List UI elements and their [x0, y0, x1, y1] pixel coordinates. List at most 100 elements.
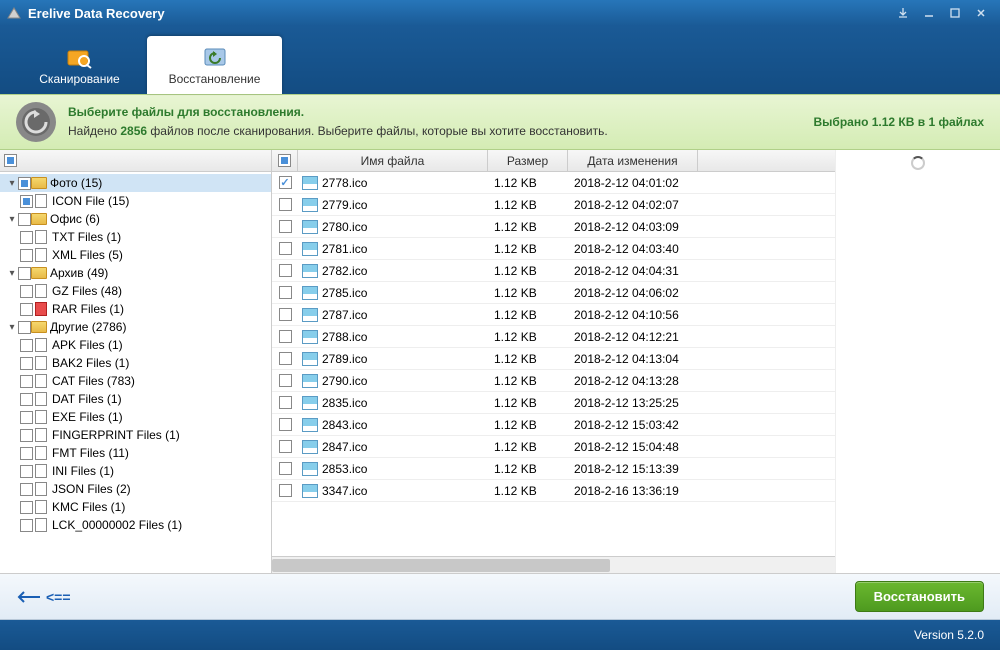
tree-checkbox[interactable] [20, 249, 33, 262]
col-date[interactable]: Дата изменения [568, 150, 698, 171]
file-row[interactable]: 2835.ico1.12 KB2018-2-12 13:25:25 [272, 392, 835, 414]
restore-button[interactable]: Восстановить [855, 581, 984, 612]
tree-checkbox[interactable] [20, 303, 33, 316]
file-checkbox[interactable] [279, 330, 292, 343]
file-checkbox[interactable] [279, 396, 292, 409]
file-checkbox[interactable]: ✓ [279, 176, 292, 189]
col-name[interactable]: Имя файла [298, 150, 488, 171]
file-row[interactable]: 2790.ico1.12 KB2018-2-12 04:13:28 [272, 370, 835, 392]
collapse-icon[interactable]: ▾ [6, 213, 18, 225]
tree-rar[interactable]: RAR Files (1) [0, 300, 271, 318]
tree-cat[interactable]: CAT Files (783) [0, 372, 271, 390]
tree-checkbox[interactable] [18, 177, 31, 190]
file-checkbox[interactable] [279, 352, 292, 365]
tree-checkbox[interactable] [20, 357, 33, 370]
tree-gz[interactable]: GZ Files (48) [0, 282, 271, 300]
file-checkbox[interactable] [279, 286, 292, 299]
collapse-icon[interactable]: ▾ [6, 267, 18, 279]
select-all-checkbox[interactable] [278, 154, 291, 167]
tree-checkbox[interactable] [20, 519, 33, 532]
tree-fingerprint[interactable]: FINGERPRINT Files (1) [0, 426, 271, 444]
tree-checkbox[interactable] [20, 447, 33, 460]
file-checkbox[interactable] [279, 418, 292, 431]
tree-exe[interactable]: EXE Files (1) [0, 408, 271, 426]
tree-checkbox[interactable] [20, 195, 33, 208]
tree-json[interactable]: JSON Files (2) [0, 480, 271, 498]
collapse-icon[interactable]: ▾ [6, 321, 18, 333]
back-button[interactable]: <== [16, 589, 71, 605]
file-checkbox[interactable] [279, 484, 292, 497]
tree-photo[interactable]: ▾Фото (15) [0, 174, 271, 192]
file-row[interactable]: 2843.ico1.12 KB2018-2-12 15:03:42 [272, 414, 835, 436]
horizontal-scrollbar[interactable] [272, 556, 835, 573]
tab-recover[interactable]: Восстановление [147, 36, 282, 94]
tree-xml[interactable]: XML Files (5) [0, 246, 271, 264]
tree-checkbox[interactable] [18, 213, 31, 226]
file-row[interactable]: 2847.ico1.12 KB2018-2-12 15:04:48 [272, 436, 835, 458]
file-row[interactable]: 2782.ico1.12 KB2018-2-12 04:04:31 [272, 260, 835, 282]
tree-checkbox[interactable] [20, 393, 33, 406]
tree-checkbox[interactable] [20, 339, 33, 352]
tree-fmt[interactable]: FMT Files (11) [0, 444, 271, 462]
tree-checkbox[interactable] [20, 501, 33, 514]
tree-checkbox[interactable] [20, 231, 33, 244]
file-list[interactable]: ✓ 2778.ico 1.12 KB 2018-2-12 04:01:02 2779.i… [272, 172, 835, 556]
file-row[interactable]: 2781.ico1.12 KB2018-2-12 04:03:40 [272, 238, 835, 260]
file-row[interactable]: 2785.ico1.12 KB2018-2-12 04:06:02 [272, 282, 835, 304]
tree-other[interactable]: ▾Другие (2786) [0, 318, 271, 336]
file-date: 2018-2-12 15:13:39 [568, 462, 698, 476]
tree-checkbox[interactable] [20, 483, 33, 496]
file-checkbox[interactable] [279, 308, 292, 321]
collapse-icon[interactable]: ▾ [6, 177, 18, 189]
maximize-button[interactable] [942, 3, 968, 23]
file-row[interactable]: 3347.ico1.12 KB2018-2-16 13:36:19 [272, 480, 835, 502]
file-checkbox[interactable] [279, 440, 292, 453]
image-file-icon [302, 198, 318, 212]
tree-office[interactable]: ▾Офис (6) [0, 210, 271, 228]
file-row[interactable]: 2780.ico1.12 KB2018-2-12 04:03:09 [272, 216, 835, 238]
file-checkbox[interactable] [279, 220, 292, 233]
download-button[interactable] [890, 3, 916, 23]
file-row[interactable]: 2787.ico1.12 KB2018-2-12 04:10:56 [272, 304, 835, 326]
file-row[interactable]: 2779.ico1.12 KB2018-2-12 04:02:07 [272, 194, 835, 216]
tree-txt[interactable]: TXT Files (1) [0, 228, 271, 246]
file-checkbox[interactable] [279, 374, 292, 387]
tree-checkbox[interactable] [18, 321, 31, 334]
file-size: 1.12 KB [488, 484, 568, 498]
file-checkbox[interactable] [279, 462, 292, 475]
tree-checkbox[interactable] [20, 375, 33, 388]
tree-archive[interactable]: ▾Архив (49) [0, 264, 271, 282]
file-size: 1.12 KB [488, 352, 568, 366]
selected-summary: Выбрано 1.12 КВ в 1 файлах [814, 115, 985, 129]
col-size[interactable]: Размер [488, 150, 568, 171]
tree-checkbox[interactable] [20, 429, 33, 442]
tree-kmc[interactable]: KMC Files (1) [0, 498, 271, 516]
app-icon [6, 5, 22, 21]
tree-apk[interactable]: APK Files (1) [0, 336, 271, 354]
file-row[interactable]: 2853.ico1.12 KB2018-2-12 15:13:39 [272, 458, 835, 480]
file-checkbox[interactable] [279, 264, 292, 277]
tab-scan[interactable]: Сканирование [12, 36, 147, 94]
minimize-button[interactable] [916, 3, 942, 23]
tree-lck[interactable]: LCK_00000002 Files (1) [0, 516, 271, 534]
tree-ini[interactable]: INI Files (1) [0, 462, 271, 480]
file-row[interactable]: 2788.ico1.12 KB2018-2-12 04:12:21 [272, 326, 835, 348]
category-sidebar[interactable]: ▾Фото (15) ICON File (15) ▾Офис (6) TXT … [0, 150, 272, 573]
file-checkbox[interactable] [279, 198, 292, 211]
file-date: 2018-2-12 04:03:09 [568, 220, 698, 234]
tree-checkbox[interactable] [20, 411, 33, 424]
tree-checkbox[interactable] [20, 285, 33, 298]
tree-bak2[interactable]: BAK2 Files (1) [0, 354, 271, 372]
file-name: 2778.ico [322, 176, 367, 190]
file-row[interactable]: 2789.ico1.12 KB2018-2-12 04:13:04 [272, 348, 835, 370]
tree-icon-file[interactable]: ICON File (15) [0, 192, 271, 210]
file-date: 2018-2-12 04:10:56 [568, 308, 698, 322]
close-button[interactable] [968, 3, 994, 23]
tree-checkbox[interactable] [20, 465, 33, 478]
tree-dat[interactable]: DAT Files (1) [0, 390, 271, 408]
file-date: 2018-2-12 04:01:02 [568, 176, 698, 190]
tree-root-checkbox[interactable] [4, 154, 17, 167]
file-row[interactable]: ✓2778.ico1.12 KB2018-2-12 04:01:02 [272, 172, 835, 194]
tree-checkbox[interactable] [18, 267, 31, 280]
file-checkbox[interactable] [279, 242, 292, 255]
